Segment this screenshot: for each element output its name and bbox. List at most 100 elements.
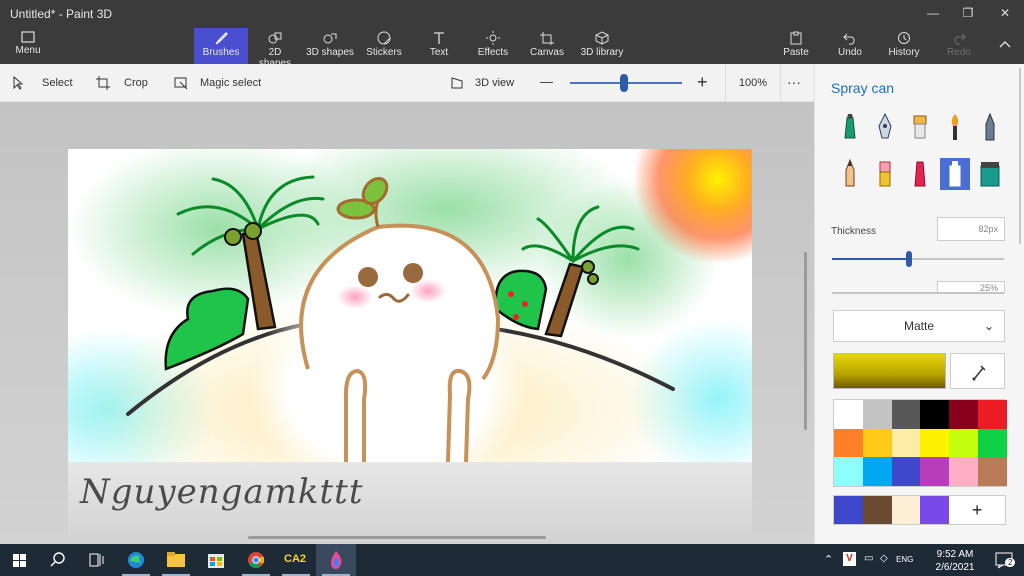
chevron-up-icon: [999, 41, 1011, 48]
vertical-scrollbar[interactable]: [804, 252, 807, 430]
file-explorer-app[interactable]: [156, 544, 196, 576]
tab-text[interactable]: Text: [422, 28, 456, 64]
paste-button[interactable]: Paste: [780, 28, 812, 64]
minimize-icon[interactable]: —: [926, 6, 940, 20]
color-swatch[interactable]: [891, 457, 921, 486]
panel-scrollbar[interactable]: [1019, 68, 1021, 244]
eraser-tool[interactable]: [870, 158, 900, 190]
drawing-artwork: [68, 149, 752, 462]
search-icon: [50, 552, 65, 567]
ca2-app[interactable]: CA2: [276, 544, 316, 576]
folder-icon: [21, 31, 35, 43]
magic-select-tool[interactable]: Magic select: [174, 76, 261, 90]
crayon-tool[interactable]: [835, 158, 865, 190]
pencil-tool[interactable]: [975, 112, 1005, 144]
edge-app[interactable]: [116, 544, 156, 576]
color-swatch[interactable]: [949, 428, 978, 458]
store-app[interactable]: [196, 544, 236, 576]
antivirus-tray-icon[interactable]: V: [843, 552, 856, 566]
language-indicator[interactable]: ENG: [896, 555, 913, 564]
chrome-app[interactable]: [236, 544, 276, 576]
color-swatch[interactable]: [862, 428, 892, 458]
thickness-input[interactable]: 82px: [937, 217, 1005, 241]
select-label: Select: [42, 77, 73, 89]
current-color-swatch[interactable]: [833, 353, 946, 389]
color-swatch[interactable]: [834, 400, 863, 429]
finish-dropdown[interactable]: Matte ⌄: [833, 310, 1005, 342]
eyedropper-button[interactable]: [950, 353, 1005, 389]
menu-button[interactable]: Menu: [8, 28, 48, 64]
finish-value: Matte: [903, 319, 934, 333]
task-view-button[interactable]: [76, 544, 116, 576]
color-swatch[interactable]: [977, 457, 1007, 486]
color-swatch[interactable]: [891, 400, 921, 429]
color-swatch[interactable]: [920, 400, 950, 429]
color-swatch[interactable]: [862, 457, 892, 486]
3d-view-toggle[interactable]: 3D view: [450, 76, 514, 90]
maximize-icon[interactable]: ❐: [961, 6, 975, 20]
paint-3d-app[interactable]: [316, 544, 356, 576]
color-swatch[interactable]: [862, 400, 892, 429]
redo-button[interactable]: Redo: [944, 28, 974, 64]
color-swatch[interactable]: [977, 428, 1007, 458]
color-swatch[interactable]: [949, 400, 978, 429]
watercolor-tool[interactable]: [940, 112, 970, 144]
custom-color-swatch[interactable]: [834, 496, 863, 524]
collapse-ribbon-button[interactable]: [994, 28, 1016, 64]
color-swatch[interactable]: [891, 428, 921, 458]
tab-stickers[interactable]: Stickers: [364, 28, 404, 64]
thickness-slider-thumb[interactable]: [906, 251, 913, 267]
zoom-in-button[interactable]: +: [697, 72, 708, 93]
custom-color-swatch[interactable]: [862, 496, 892, 524]
zoom-out-button[interactable]: —: [540, 74, 553, 89]
history-button[interactable]: History: [886, 28, 922, 64]
watercolor-icon: [951, 114, 959, 140]
color-swatch[interactable]: [949, 457, 978, 486]
crop-tool[interactable]: Crop: [96, 76, 148, 90]
tab-canvas[interactable]: Canvas: [528, 28, 566, 64]
marker-tool[interactable]: [835, 112, 865, 144]
clock[interactable]: 9:52 AM 2/6/2021: [926, 548, 984, 574]
crayon-icon: [845, 158, 855, 187]
tab-3d-shapes[interactable]: 3D shapes: [306, 28, 354, 64]
history-label: History: [888, 47, 920, 58]
search-button[interactable]: [38, 544, 78, 576]
battery-icon[interactable]: ▭: [864, 553, 873, 564]
brushes-panel: Spray can Thickness 82px 25% Matte ⌄ +: [814, 64, 1024, 544]
tray-chevron-icon[interactable]: ⌃: [824, 553, 833, 566]
chrome-icon: [248, 552, 265, 569]
folder-icon: [167, 552, 185, 567]
color-swatch[interactable]: [977, 400, 1007, 429]
color-swatch[interactable]: [920, 457, 950, 486]
opacity-slider-track[interactable]: [832, 292, 1004, 294]
custom-color-swatch[interactable]: [920, 496, 950, 524]
fill-bucket-tool[interactable]: [975, 158, 1005, 190]
tab-brushes[interactable]: Brushes: [194, 28, 248, 64]
start-button[interactable]: [0, 544, 40, 576]
zoom-slider-thumb[interactable]: [619, 74, 628, 92]
color-swatch[interactable]: [834, 428, 863, 458]
color-swatch[interactable]: [920, 428, 950, 458]
tab-2d-shapes[interactable]: 2D shapes: [252, 28, 298, 69]
redo-label: Redo: [947, 47, 971, 58]
horizontal-scrollbar[interactable]: [248, 536, 546, 539]
tab-3d-library[interactable]: 3D library: [580, 28, 624, 64]
highlighter-tool[interactable]: [905, 158, 935, 190]
spray-can-tool[interactable]: [940, 158, 970, 190]
add-color-button[interactable]: +: [949, 496, 1005, 524]
network-icon[interactable]: ◇: [880, 553, 888, 564]
notification-center-button[interactable]: 2: [986, 544, 1024, 576]
zoom-level[interactable]: 100%: [725, 64, 781, 102]
tab-effects[interactable]: Effects: [474, 28, 512, 64]
thickness-slider-fill: [832, 258, 910, 260]
select-tool[interactable]: Select: [12, 76, 73, 90]
undo-button[interactable]: Undo: [834, 28, 866, 64]
oil-brush-tool[interactable]: [905, 112, 935, 144]
custom-color-swatch[interactable]: [891, 496, 921, 524]
more-options-button[interactable]: ···: [787, 74, 801, 90]
close-icon[interactable]: ✕: [998, 6, 1012, 20]
color-swatch[interactable]: [834, 457, 863, 486]
drawing-canvas[interactable]: [68, 149, 752, 462]
magic-select-icon: [174, 77, 188, 90]
calligraphy-pen-tool[interactable]: [870, 112, 900, 144]
